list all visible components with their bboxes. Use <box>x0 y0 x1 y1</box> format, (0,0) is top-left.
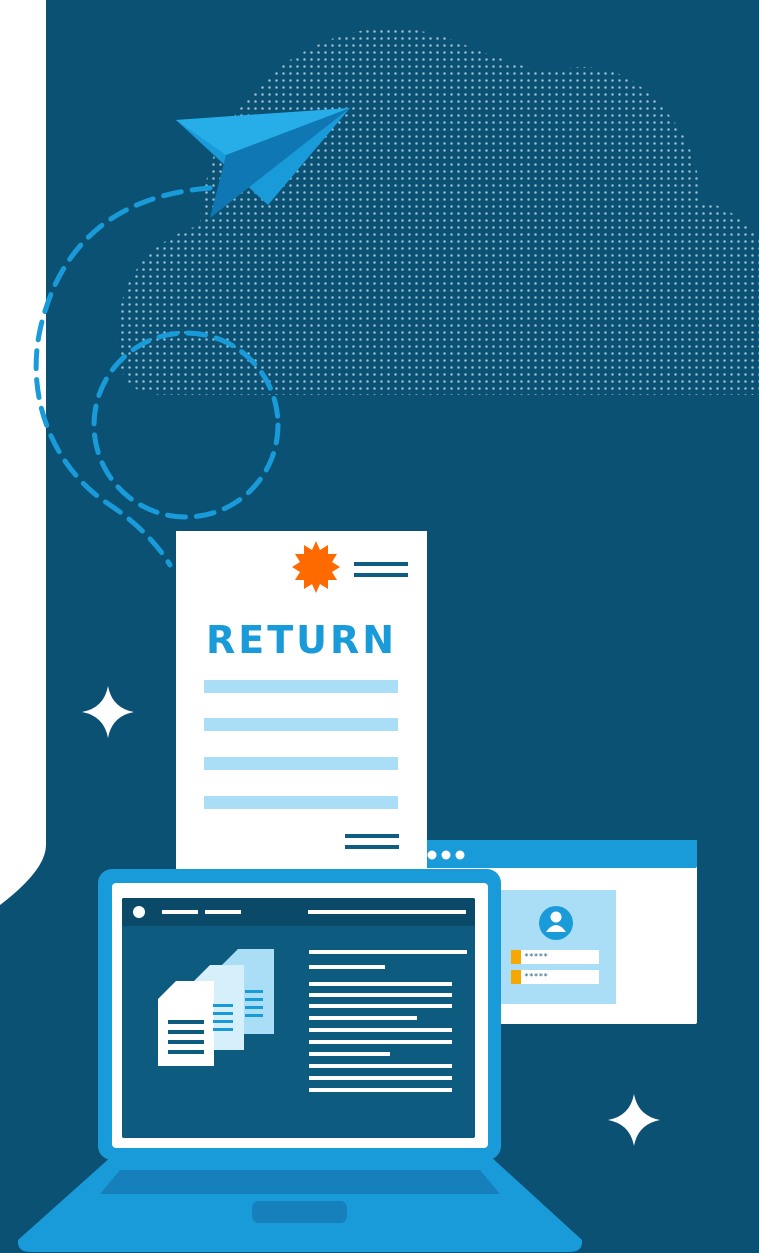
password-mask: ***** <box>524 972 549 981</box>
return-document <box>176 531 427 873</box>
laptop-icon <box>17 869 583 1252</box>
user-avatar-icon <box>539 906 573 940</box>
document-title: RETURN <box>205 618 398 662</box>
username-mask: ***** <box>524 952 549 961</box>
